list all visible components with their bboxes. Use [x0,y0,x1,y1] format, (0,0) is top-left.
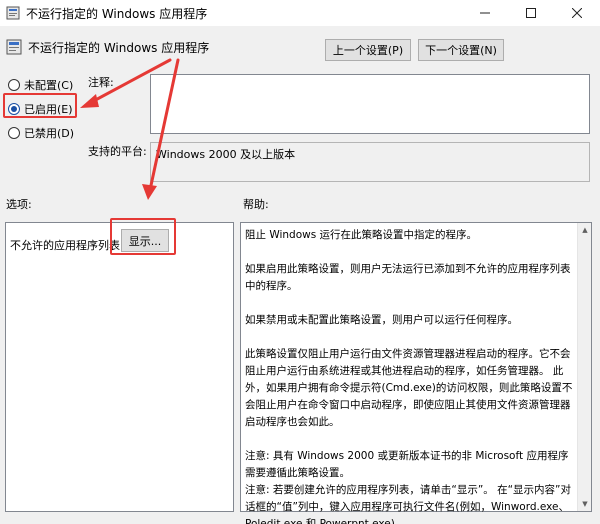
help-scrollbar[interactable]: ▲ ▼ [577,223,591,511]
highlight-enabled-box [3,93,77,118]
next-setting-button[interactable]: 下一个设置(N) [418,39,504,61]
radio-not-configured[interactable]: 未配置(C) [8,77,73,93]
scroll-up-icon[interactable]: ▲ [578,223,592,237]
close-button[interactable] [554,0,600,26]
setting-title: 不运行指定的 Windows 应用程序 [28,41,210,55]
radio-label: 未配置(C) [24,79,74,92]
help-paragraph: 注意: 若要创建允许的应用程序列表，请单击“显示”。 在“显示内容”对话框的“值… [245,484,571,524]
help-paragraph: 如果启用此策略设置，则用户无法运行已添加到不允许的应用程序列表中的程序。 [245,263,571,292]
comment-label: 注释: [88,76,114,89]
platform-field: Windows 2000 及以上版本 [150,142,590,182]
help-panel: 阻止 Windows 运行在此策略设置中指定的程序。 如果启用此策略设置，则用户… [240,222,592,524]
previous-setting-button[interactable]: 上一个设置(P) [325,39,411,61]
maximize-icon [526,8,536,18]
help-paragraph: 注意: 具有 Windows 2000 或更新版本证书的非 Microsoft … [245,450,569,479]
help-paragraph: 阻止 Windows 运行在此策略设置中指定的程序。 [245,229,478,241]
window-title: 不运行指定的 Windows 应用程序 [26,7,208,21]
platform-label: 支持的平台: [88,145,147,158]
help-text: 阻止 Windows 运行在此策略设置中指定的程序。 如果启用此策略设置，则用户… [245,227,577,524]
radio-circle-icon [8,127,20,139]
policy-setting-icon [6,39,22,55]
maximize-button[interactable] [508,0,554,26]
help-paragraph: 此策略设置仅阻止用户运行由文件资源管理器进程启动的程序。它不会阻止用户运行由系统… [245,348,573,428]
radio-label: 已禁用(D) [24,127,75,140]
highlight-show-box [110,218,176,255]
arrowhead-enabled [80,94,99,108]
comment-textarea[interactable] [150,74,590,134]
title-bar: 不运行指定的 Windows 应用程序 [0,0,600,26]
help-label: 帮助: [243,198,269,211]
arrowhead-show [142,184,157,200]
options-label: 选项: [6,198,32,211]
radio-circle-icon [8,79,20,91]
minimize-icon [480,12,490,14]
platform-value: Windows 2000 及以上版本 [156,148,296,161]
disallowed-apps-label: 不允许的应用程序列表 [10,239,120,252]
scroll-down-icon[interactable]: ▼ [578,497,592,511]
minimize-button[interactable] [462,0,508,26]
options-panel: 不允许的应用程序列表 [5,222,234,512]
help-paragraph: 如果禁用或未配置此策略设置，则用户可以运行任何程序。 [245,314,518,326]
policy-app-icon [6,6,20,20]
radio-disabled[interactable]: 已禁用(D) [8,125,74,141]
close-icon [572,8,582,18]
